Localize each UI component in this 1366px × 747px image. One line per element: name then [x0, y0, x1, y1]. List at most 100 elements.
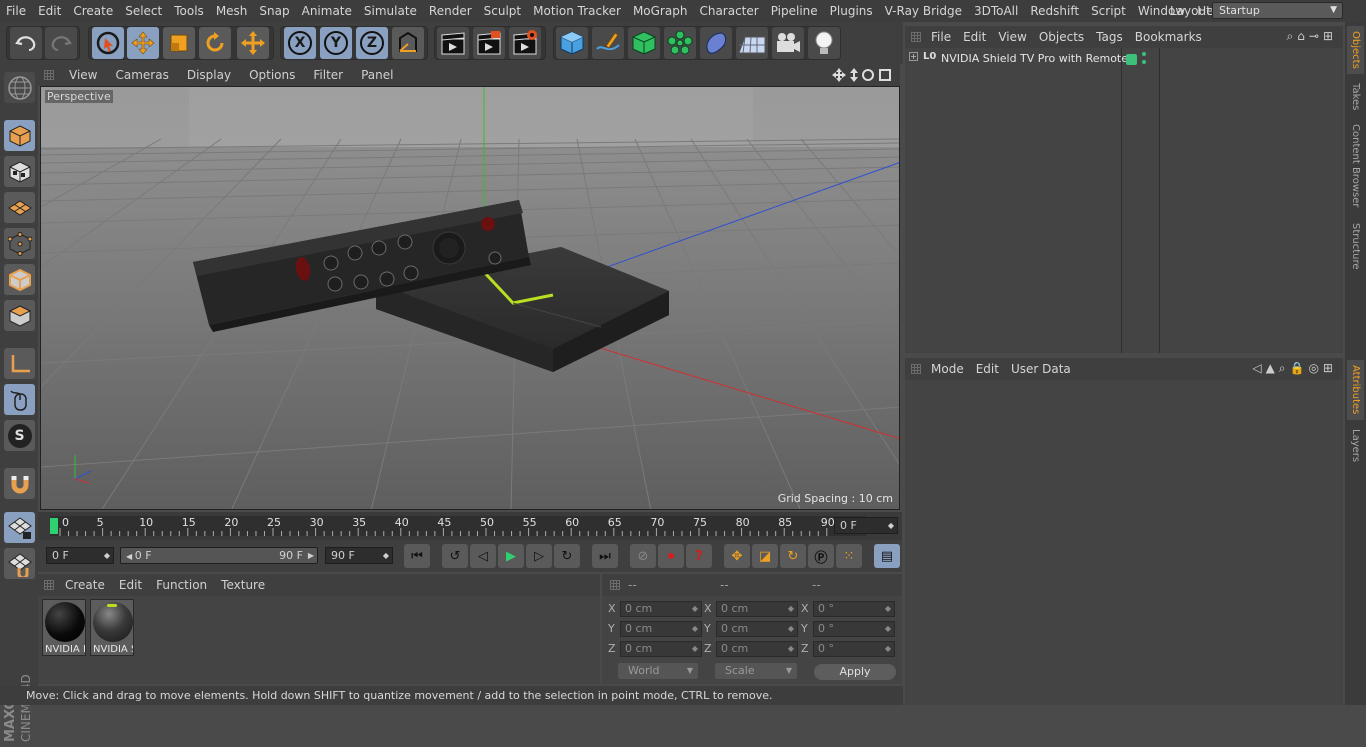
- menu-pipeline[interactable]: Pipeline: [765, 0, 824, 22]
- panel-grip-icon[interactable]: [44, 70, 54, 80]
- coordinate-mode-dropdown[interactable]: World ▼: [618, 663, 698, 679]
- scale-tool-button[interactable]: [163, 27, 195, 59]
- x-axis-lock-button[interactable]: X: [284, 27, 316, 59]
- material-menu-texture[interactable]: Texture: [214, 578, 272, 592]
- next-key-button[interactable]: ↻: [554, 544, 580, 568]
- layout-dropdown[interactable]: Startup ▼: [1212, 2, 1343, 19]
- prev-frame-button[interactable]: ◁: [470, 544, 496, 568]
- menu-tools[interactable]: Tools: [168, 0, 210, 22]
- material-swatch[interactable]: NVIDIA S: [90, 599, 134, 656]
- coordinate-field[interactable]: 0 ° ◆: [813, 621, 895, 637]
- menu-mograph[interactable]: MoGraph: [627, 0, 694, 22]
- light-button[interactable]: [808, 27, 840, 59]
- menu-3dtoall[interactable]: 3DToAll: [968, 0, 1024, 22]
- menu-sculpt[interactable]: Sculpt: [478, 0, 527, 22]
- coordinate-field[interactable]: 0 cm ◆: [620, 641, 702, 657]
- workplane-lock-button[interactable]: [4, 512, 35, 543]
- attribute-menu-user-data[interactable]: User Data: [1005, 362, 1077, 376]
- expand-icon[interactable]: +: [909, 52, 918, 61]
- material-menu-function[interactable]: Function: [149, 578, 214, 592]
- viewport-menu-display[interactable]: Display: [178, 68, 240, 82]
- apply-button[interactable]: Apply: [814, 664, 896, 680]
- tab-layers[interactable]: Layers: [1347, 426, 1364, 466]
- floor-button[interactable]: [736, 27, 768, 59]
- viewport-menu-cameras[interactable]: Cameras: [106, 68, 177, 82]
- coordinate-field[interactable]: 0 cm ◆: [716, 601, 798, 617]
- 3d-viewport[interactable]: Perspective Grid Spacing : 10 cm: [40, 86, 900, 510]
- coordinate-field[interactable]: 0 ° ◆: [813, 641, 895, 657]
- display-tag-icon[interactable]: [1126, 54, 1137, 65]
- texture-mode-button[interactable]: [4, 156, 35, 187]
- attribute-menu-mode[interactable]: Mode: [925, 362, 970, 376]
- menu-animate[interactable]: Animate: [296, 0, 358, 22]
- menu-file[interactable]: File: [0, 0, 32, 22]
- object-menu-file[interactable]: File: [925, 30, 957, 44]
- object-menu-objects[interactable]: Objects: [1033, 30, 1090, 44]
- viewport-nav-icons[interactable]: [832, 68, 894, 82]
- timeline-window-button[interactable]: ▤: [874, 544, 900, 568]
- menu-vray-bridge[interactable]: V-Ray Bridge: [879, 0, 968, 22]
- panel-grip-icon[interactable]: [610, 580, 620, 590]
- coordinate-field[interactable]: 0 cm ◆: [620, 601, 702, 617]
- render-view-button[interactable]: [437, 27, 469, 59]
- viewport-menu-panel[interactable]: Panel: [352, 68, 402, 82]
- material-menu-create[interactable]: Create: [58, 578, 112, 592]
- key-position-button[interactable]: ✥: [724, 544, 750, 568]
- camera-label[interactable]: Perspective: [45, 90, 113, 103]
- cloner-button[interactable]: [664, 27, 696, 59]
- object-nav-icons[interactable]: ⌕⌂⊸⊞: [1287, 29, 1337, 44]
- viewport-scene[interactable]: [41, 87, 900, 510]
- tab-content-browser[interactable]: Content Browser: [1347, 120, 1364, 212]
- menu-character[interactable]: Character: [693, 0, 764, 22]
- panel-grip-icon[interactable]: [911, 364, 921, 374]
- start-frame-field[interactable]: 0 F ◆: [46, 547, 114, 564]
- object-name[interactable]: NVIDIA Shield TV Pro with Remote: [941, 52, 1128, 65]
- z-axis-lock-button[interactable]: Z: [356, 27, 388, 59]
- camera-button[interactable]: [772, 27, 804, 59]
- object-menu-edit[interactable]: Edit: [957, 30, 992, 44]
- polygons-mode-button[interactable]: [4, 300, 35, 331]
- viewport-menu-filter[interactable]: Filter: [304, 68, 352, 82]
- visibility-editor-dot[interactable]: [1142, 52, 1146, 56]
- subdivision-surface-button[interactable]: [628, 27, 660, 59]
- make-editable-button[interactable]: [4, 72, 35, 103]
- keyframe-selection-button[interactable]: ?: [686, 544, 712, 568]
- key-scale-button[interactable]: ◪: [752, 544, 778, 568]
- menu-mesh[interactable]: Mesh: [210, 0, 254, 22]
- menu-snap[interactable]: Snap: [253, 0, 295, 22]
- points-mode-button[interactable]: [4, 228, 35, 259]
- autokey-button[interactable]: ⏺: [658, 544, 684, 568]
- menu-motion-tracker[interactable]: Motion Tracker: [527, 0, 627, 22]
- edges-mode-button[interactable]: [4, 264, 35, 295]
- visibility-render-dot[interactable]: [1142, 60, 1146, 64]
- prev-key-button[interactable]: ↺: [442, 544, 468, 568]
- live-selection-button[interactable]: [92, 27, 124, 59]
- key-rotation-button[interactable]: ↻: [780, 544, 806, 568]
- menu-redshift[interactable]: Redshift: [1024, 0, 1085, 22]
- size-mode-dropdown[interactable]: Scale ▼: [715, 663, 797, 679]
- render-picture-viewer-button[interactable]: [473, 27, 505, 59]
- move-tool-button[interactable]: [127, 27, 159, 59]
- menu-script[interactable]: Script: [1085, 0, 1132, 22]
- model-mode-button[interactable]: [4, 120, 35, 151]
- workplane-mode-button[interactable]: [4, 192, 35, 223]
- end-frame-field[interactable]: 90 F ◆: [325, 547, 393, 564]
- key-pla-button[interactable]: ⁙: [836, 544, 862, 568]
- preview-range-slider[interactable]: ◀ 0 F 90 F ▶: [120, 547, 318, 564]
- coordinate-field[interactable]: 0 cm ◆: [716, 641, 798, 657]
- rotate-tool-button[interactable]: [199, 27, 231, 59]
- redo-button[interactable]: [45, 27, 77, 59]
- object-menu-view[interactable]: View: [992, 30, 1032, 44]
- viewport-menu-view[interactable]: View: [60, 68, 106, 82]
- tweak-mode-button[interactable]: [4, 384, 35, 415]
- timeline-ruler[interactable]: 0 5 10 15 20 25 30 35 40 45 50 55 60 65 70 75 80 85 90 0 F…: [38, 512, 902, 540]
- goto-start-button[interactable]: ⏮: [404, 544, 430, 568]
- render-settings-button[interactable]: [509, 27, 541, 59]
- material-swatch[interactable]: NVIDIA I: [42, 599, 86, 656]
- menu-select[interactable]: Select: [119, 0, 168, 22]
- playhead[interactable]: [50, 518, 58, 534]
- attribute-menu-edit[interactable]: Edit: [970, 362, 1005, 376]
- tab-structure[interactable]: Structure: [1347, 218, 1364, 274]
- key-parameter-button[interactable]: Ⓟ: [808, 544, 834, 568]
- axis-mode-button[interactable]: [4, 348, 35, 379]
